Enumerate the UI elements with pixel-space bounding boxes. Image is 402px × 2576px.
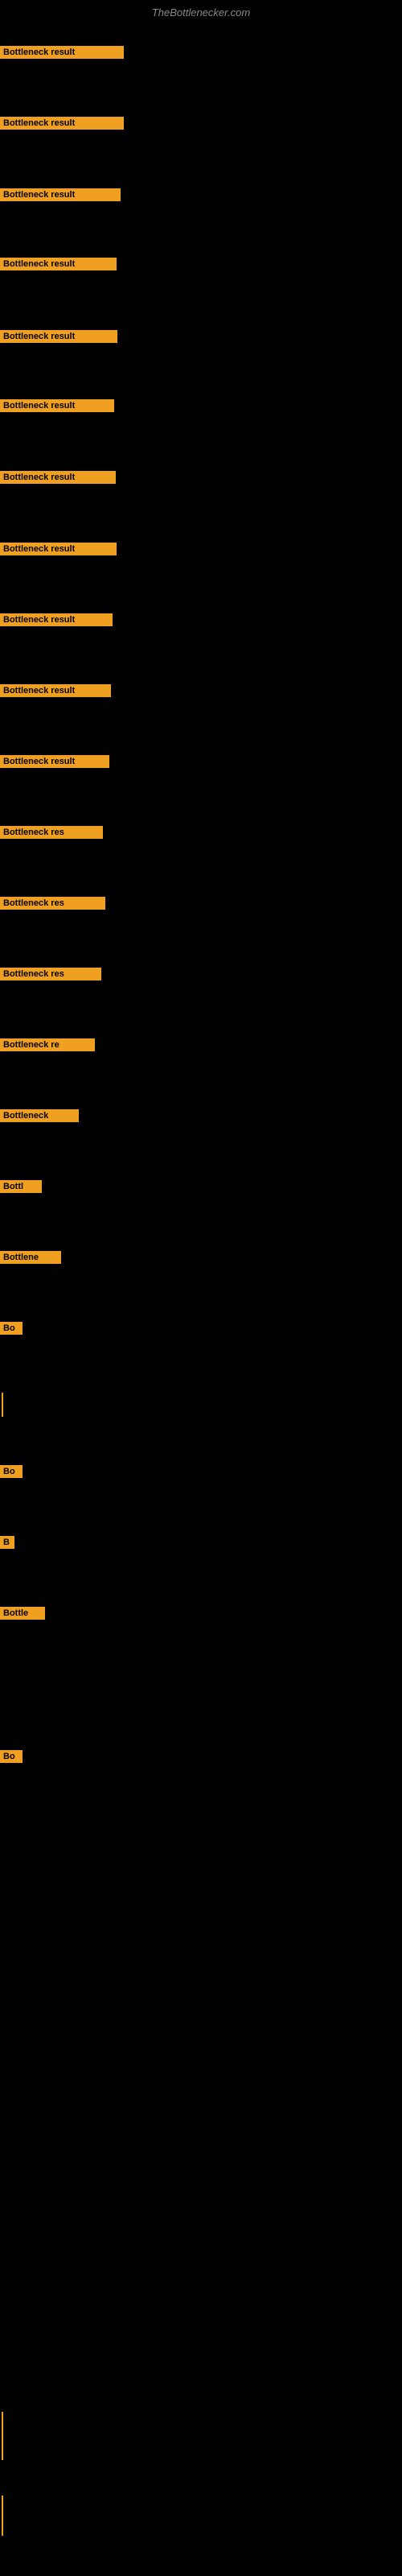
bottleneck-badge-b15: Bottleneck re (0, 1038, 95, 1051)
bottleneck-badge-b20: Bo (0, 1465, 23, 1478)
bottleneck-badge-b10: Bottleneck result (0, 684, 111, 697)
bottleneck-badge-b17: Bottl (0, 1180, 42, 1193)
bottleneck-badge-b6: Bottleneck result (0, 399, 114, 412)
site-title: TheBottlenecker.com (0, 6, 402, 19)
bottleneck-badge-b2: Bottleneck result (0, 117, 124, 130)
bottleneck-badge-b9: Bottleneck result (0, 613, 113, 626)
bottleneck-badge-b21: B (0, 1536, 14, 1549)
bottleneck-badge-b13: Bottleneck res (0, 897, 105, 910)
bottleneck-badge-b22: Bottle (0, 1607, 45, 1620)
bottleneck-badge-b16: Bottleneck (0, 1109, 79, 1122)
bottleneck-badge-b11: Bottleneck result (0, 755, 109, 768)
bottleneck-badge-b3: Bottleneck result (0, 188, 121, 201)
bottleneck-badge-b8: Bottleneck result (0, 543, 117, 555)
vertical-line-vl1 (2, 1393, 3, 1417)
vertical-line-vl2 (2, 2412, 3, 2460)
bottleneck-badge-b7: Bottleneck result (0, 471, 116, 484)
bottleneck-badge-b19: Bo (0, 1322, 23, 1335)
bottleneck-badge-b14: Bottleneck res (0, 968, 101, 980)
bottleneck-badge-b23: Bo (0, 1750, 23, 1763)
bottleneck-badge-b1: Bottleneck result (0, 46, 124, 59)
vertical-line-vl3 (2, 2496, 3, 2536)
bottleneck-badge-b5: Bottleneck result (0, 330, 117, 343)
bottleneck-badge-b4: Bottleneck result (0, 258, 117, 270)
bottleneck-badge-b18: Bottlene (0, 1251, 61, 1264)
bottleneck-badge-b12: Bottleneck res (0, 826, 103, 839)
